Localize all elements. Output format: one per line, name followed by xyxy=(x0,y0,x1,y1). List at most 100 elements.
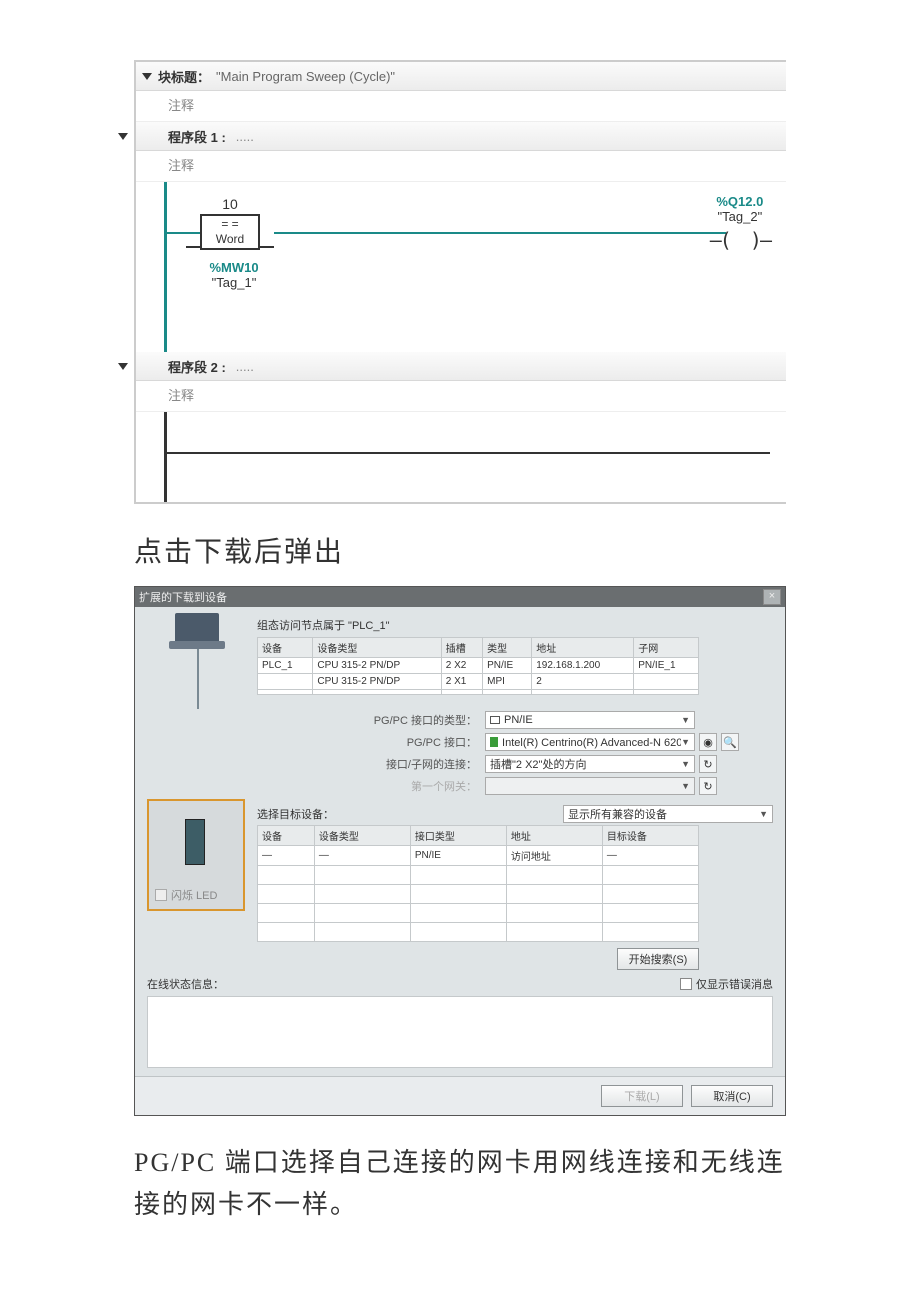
output-coil[interactable]: %Q12.0 "Tag_2" —( )— xyxy=(710,194,770,252)
block-comment[interactable]: 注释 xyxy=(136,91,786,122)
table-row[interactable]: CPU 315-2 PN/DP 2 X1 MPI 2 xyxy=(258,674,699,690)
collapse-icon[interactable] xyxy=(118,363,128,370)
configure-button[interactable]: ◉ xyxy=(699,733,717,751)
table-row xyxy=(258,923,699,942)
wire xyxy=(274,232,726,234)
device-preview: 闪烁 LED xyxy=(147,799,245,911)
compat-filter-select[interactable]: 显示所有兼容的设备 ▼ xyxy=(563,805,773,823)
col-target: 目标设备 xyxy=(602,826,698,846)
col-device: 设备 xyxy=(258,826,315,846)
network2-header[interactable]: 程序段 2 : ..... xyxy=(136,352,786,381)
table-row xyxy=(258,904,699,923)
flash-led-checkbox[interactable]: 闪烁 LED xyxy=(155,887,217,903)
search-button[interactable]: 🔍 xyxy=(721,733,739,751)
col-iface: 接口类型 xyxy=(410,826,506,846)
select-target-label: 选择目标设备： xyxy=(257,806,334,822)
block-title-value: "Main Program Sweep (Cycle)" xyxy=(216,69,395,84)
compare-constant[interactable]: 10 xyxy=(200,196,260,212)
flash-led-label: 闪烁 LED xyxy=(171,887,217,903)
network2-comment[interactable]: 注释 xyxy=(136,381,786,412)
pgpc-iface-label: PG/PC 接口： xyxy=(367,734,477,750)
pgpc-iface-value: Intel(R) Centrino(R) Advanced-N 6205 驱动… xyxy=(502,734,681,750)
operand-address: %MW10 xyxy=(194,260,274,275)
cancel-button[interactable]: 取消(C) xyxy=(691,1085,773,1107)
errors-only-checkbox[interactable] xyxy=(680,978,692,990)
cable-icon xyxy=(197,649,199,709)
pgpc-interface-row: PG/PC 接口： Intel(R) Centrino(R) Advanced-… xyxy=(367,733,773,751)
compare-type: Word xyxy=(206,232,254,247)
table-row xyxy=(258,885,699,904)
pgpc-type-value: PN/IE xyxy=(504,714,533,726)
table-header: 设备 设备类型 接口类型 地址 目标设备 xyxy=(258,826,699,846)
plc-icon xyxy=(185,819,205,865)
col-kind: 类型 xyxy=(483,638,532,658)
collapse-icon[interactable] xyxy=(118,133,128,140)
network1-header[interactable]: 程序段 1 : ..... xyxy=(136,122,786,151)
pgpc-type-select[interactable]: PN/IE ▼ xyxy=(485,711,695,729)
dialog-titlebar[interactable]: 扩展的下载到设备 × xyxy=(135,587,785,607)
subnet-row: 接口/子网的连接： 插槽"2 X2"处的方向 ▼ ↻ xyxy=(367,755,773,773)
coil-address: %Q12.0 xyxy=(710,194,770,209)
network1-title[interactable]: ..... xyxy=(236,129,254,144)
configured-nodes-table: 设备 设备类型 插槽 类型 地址 子网 PLC_1 CPU 315-2 PN/D… xyxy=(257,637,699,695)
chevron-down-icon: ▼ xyxy=(681,737,690,747)
cell: CPU 315-2 PN/DP xyxy=(313,674,441,690)
subnet-select[interactable]: 插槽"2 X2"处的方向 ▼ xyxy=(485,755,695,773)
coil-icon: —( )— xyxy=(710,228,770,252)
cell: — xyxy=(258,846,315,866)
network1-ladder[interactable]: 10 = = Word %MW10 "Tag_1" %Q12.0 "Tag_2"… xyxy=(136,182,786,352)
network1-comment[interactable]: 注释 xyxy=(136,151,786,182)
close-icon[interactable]: × xyxy=(763,589,781,605)
network1-label: 程序段 1 : xyxy=(168,127,226,146)
cell: — xyxy=(314,846,410,866)
table-row[interactable]: — — PN/IE 访问地址 — xyxy=(258,846,699,866)
cell: PN/IE xyxy=(410,846,506,866)
status-pane xyxy=(147,996,773,1068)
download-button[interactable]: 下载(L) xyxy=(601,1085,683,1107)
interface-icon xyxy=(490,716,500,724)
download-dialog: 扩展的下载到设备 × 组态访问节点属于 "PLC_1" 设备 设备类型 插槽 类… xyxy=(134,586,786,1116)
col-address: 地址 xyxy=(532,638,634,658)
table-row xyxy=(258,690,699,695)
table-header: 设备 设备类型 插槽 类型 地址 子网 xyxy=(258,638,699,658)
refresh-button[interactable]: ↻ xyxy=(699,755,717,773)
block-title-label: 块标题： xyxy=(158,67,210,86)
dialog-footer: 下载(L) 取消(C) xyxy=(135,1076,785,1115)
start-search-button[interactable]: 开始搜索(S) xyxy=(617,948,699,970)
col-subnet: 子网 xyxy=(634,638,699,658)
collapse-icon[interactable] xyxy=(142,73,152,80)
laptop-icon xyxy=(175,613,219,643)
power-rail xyxy=(164,412,167,502)
pgpc-interface-select[interactable]: Intel(R) Centrino(R) Advanced-N 6205 驱动…… xyxy=(485,733,695,751)
col-slot: 插槽 xyxy=(441,638,482,658)
cell: 访问地址 xyxy=(506,846,602,866)
ladder-editor: 块标题： "Main Program Sweep (Cycle)" 注释 程序段… xyxy=(134,60,786,504)
cell: 2 xyxy=(532,674,634,690)
target-device-table: 设备 设备类型 接口类型 地址 目标设备 — — PN/IE 访问地址 — xyxy=(257,825,699,942)
cell: — xyxy=(602,846,698,866)
table-row[interactable]: PLC_1 CPU 315-2 PN/DP 2 X2 PN/IE 192.168… xyxy=(258,658,699,674)
cell: PN/IE xyxy=(483,658,532,674)
table-row xyxy=(258,866,699,885)
network2-label: 程序段 2 : xyxy=(168,357,226,376)
cell: CPU 315-2 PN/DP xyxy=(313,658,441,674)
network2-title[interactable]: ..... xyxy=(236,359,254,374)
compare-operand[interactable]: %MW10 "Tag_1" xyxy=(194,260,274,290)
doc-paragraph-2: PG/PC 端口选择自己连接的网卡用网线连接和无线连接的网卡不一样。 xyxy=(134,1142,786,1225)
gateway-row: 第一个网关： ▼ ↻ xyxy=(367,777,773,795)
compare-op: = = xyxy=(206,217,254,232)
network2-ladder[interactable] xyxy=(136,412,786,502)
compare-box[interactable]: = = Word xyxy=(200,214,260,250)
operand-symbol: "Tag_1" xyxy=(194,275,274,290)
cell: PN/IE_1 xyxy=(634,658,699,674)
wire xyxy=(167,232,200,234)
block-title-row[interactable]: 块标题： "Main Program Sweep (Cycle)" xyxy=(136,62,786,91)
laptop-graphic xyxy=(153,609,239,701)
refresh-button[interactable]: ↻ xyxy=(699,777,717,795)
subnet-value: 插槽"2 X2"处的方向 xyxy=(490,756,586,772)
configured-nodes-label: 组态访问节点属于 "PLC_1" xyxy=(257,617,773,633)
compare-instruction[interactable]: 10 = = Word xyxy=(200,196,260,250)
pgpc-type-label: PG/PC 接口的类型： xyxy=(367,712,477,728)
gateway-label: 第一个网关： xyxy=(367,778,477,794)
chevron-down-icon: ▼ xyxy=(681,781,690,791)
